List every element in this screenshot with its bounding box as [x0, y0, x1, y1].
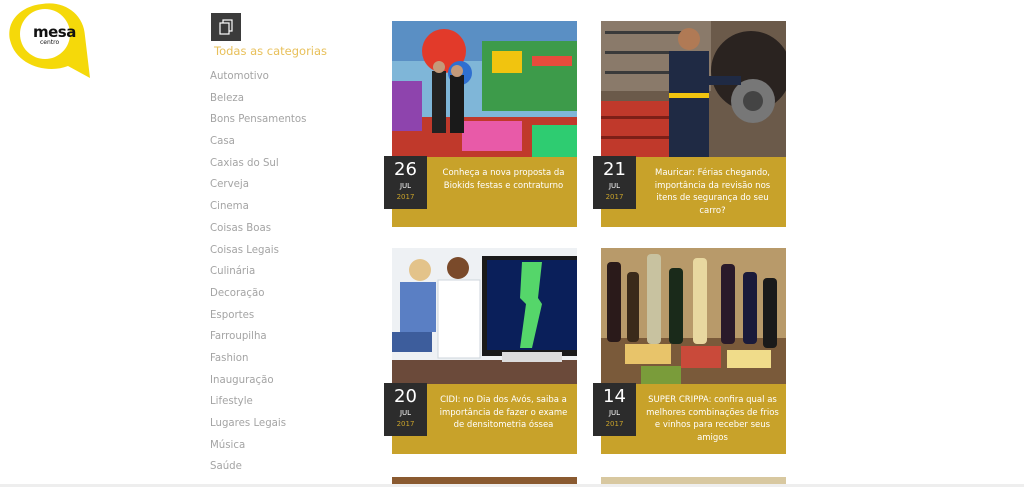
category-link[interactable]: Coisas Legais	[210, 244, 306, 266]
category-link[interactable]: Bons Pensamentos	[210, 113, 306, 135]
category-link[interactable]: Lifestyle	[210, 395, 306, 417]
category-link[interactable]: Culinária	[210, 265, 306, 287]
category-link[interactable]: Farroupilha	[210, 330, 306, 352]
category-link[interactable]: Cerveja	[210, 178, 306, 200]
category-link[interactable]: Fashion	[210, 352, 306, 374]
post-month: JUL	[608, 409, 621, 417]
post-image-mechanic[interactable]	[601, 21, 786, 157]
post-image-playground[interactable]	[392, 21, 577, 157]
post-month: JUL	[399, 409, 412, 417]
post-card[interactable]: 14 JUL 2017 SUPER CRIPPA: confira qual a…	[593, 248, 786, 454]
post-day: 14	[603, 386, 626, 407]
post-title[interactable]: CIDI: no Dia dos Avós, saiba a importânc…	[436, 394, 571, 432]
post-year: 2017	[605, 193, 624, 201]
logo-subtitle: centro	[40, 39, 60, 46]
category-link[interactable]: Música	[210, 439, 306, 461]
category-link[interactable]: Saúde	[210, 460, 306, 482]
category-link[interactable]: Casa	[210, 135, 306, 157]
post-year: 2017	[396, 420, 415, 428]
category-link[interactable]: Beleza	[210, 92, 306, 114]
post-card[interactable]: 20 JUL 2017 CIDI: no Dia dos Avós, saiba…	[384, 248, 577, 454]
post-day: 20	[394, 386, 417, 407]
category-link[interactable]: Lugares Legais	[210, 417, 306, 439]
post-card[interactable]: 21 JUL 2017 Mauricar: Férias chegando, i…	[593, 21, 786, 227]
categories-heading: Todas as categorias	[214, 44, 328, 58]
post-title[interactable]: Mauricar: Férias chegando, importância d…	[645, 167, 780, 217]
post-title[interactable]: Conheça a nova proposta da Biokids festa…	[436, 167, 571, 192]
category-link[interactable]: Decoração	[210, 287, 306, 309]
post-title[interactable]: SUPER CRIPPA: confira qual as melhores c…	[645, 394, 780, 444]
post-month: JUL	[399, 182, 412, 190]
post-date: 26 JUL 2017	[384, 156, 427, 209]
category-link[interactable]: Caxias do Sul	[210, 157, 306, 179]
site-logo[interactable]: mesa centro	[6, 0, 92, 82]
category-link[interactable]: Automotivo	[210, 70, 306, 92]
post-year: 2017	[605, 420, 624, 428]
post-card[interactable]: 26 JUL 2017 Conheça a nova proposta da B…	[384, 21, 577, 227]
category-link[interactable]: Esportes	[210, 309, 306, 331]
post-year: 2017	[396, 193, 415, 201]
post-month: JUL	[608, 182, 621, 190]
post-date: 14 JUL 2017	[593, 383, 636, 436]
category-link[interactable]: Cinema	[210, 200, 306, 222]
post-day: 21	[603, 159, 626, 180]
category-link[interactable]: Coisas Boas	[210, 222, 306, 244]
documents-icon	[211, 13, 241, 41]
post-day: 26	[394, 159, 417, 180]
post-date: 21 JUL 2017	[593, 156, 636, 209]
post-date: 20 JUL 2017	[384, 383, 427, 436]
category-link[interactable]: Inauguração	[210, 374, 306, 396]
post-image-wines[interactable]	[601, 248, 786, 384]
post-image-medical[interactable]	[392, 248, 577, 384]
category-list: Automotivo Beleza Bons Pensamentos Casa …	[210, 70, 306, 482]
